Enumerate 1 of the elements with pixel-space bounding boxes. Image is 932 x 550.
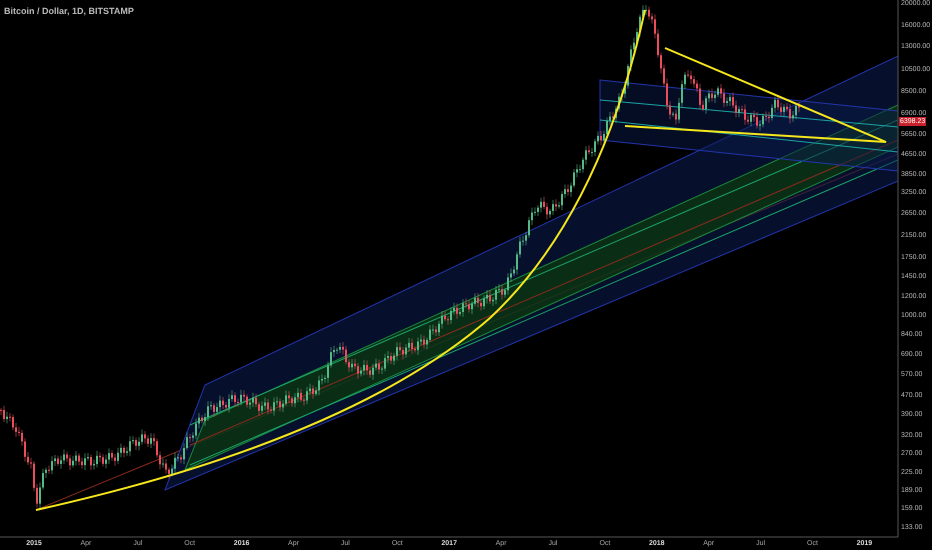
chart-title: Bitcoin / Dollar, 1D, BITSTAMP [4, 5, 134, 18]
